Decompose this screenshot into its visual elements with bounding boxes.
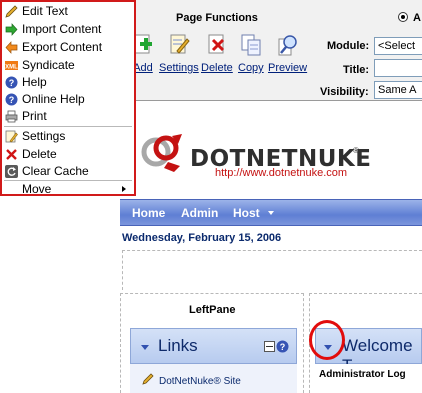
menu-item-label: Online Help	[22, 92, 85, 106]
logo-url-link[interactable]: http://www.dotnetnuke.com	[215, 167, 347, 179]
menu-item-export-content[interactable]: Export Content	[2, 39, 134, 56]
menu-item-print[interactable]: Print	[2, 108, 134, 125]
menu-item-delete[interactable]: Delete	[2, 146, 134, 163]
left-margin	[0, 196, 120, 393]
menu-item-settings[interactable]: Settings	[2, 128, 134, 145]
delete-button[interactable]: Delete	[201, 33, 233, 74]
settings-button[interactable]: Settings	[159, 33, 199, 74]
add-module-radio[interactable]	[398, 12, 408, 22]
add-module-radio-label: A	[413, 12, 421, 24]
title-input[interactable]	[374, 59, 422, 77]
menu-item-clear-cache[interactable]: Clear Cache	[2, 163, 134, 180]
print-icon	[5, 110, 18, 123]
edit-pencil-icon	[5, 5, 18, 18]
module-select[interactable]: <Select	[374, 37, 422, 55]
copy-icon	[241, 34, 261, 56]
menu-item-syndicate[interactable]: XML Syndicate	[2, 57, 134, 74]
current-date: Wednesday, February 15, 2006	[122, 232, 282, 244]
svg-text:XML: XML	[5, 65, 18, 71]
svg-text:?: ?	[9, 95, 15, 105]
copy-label: Copy	[238, 62, 264, 74]
menu-item-label: Delete	[22, 147, 57, 161]
visibility-label: Visibility:	[320, 86, 369, 98]
links-module-title: Links	[158, 336, 198, 355]
title-label: Title:	[343, 64, 370, 76]
top-pane-area	[122, 250, 422, 290]
delete-x-icon	[6, 149, 17, 160]
online-help-icon: ?	[5, 93, 18, 106]
svg-text:?: ?	[280, 342, 286, 352]
logo-registered-mark: ®	[353, 146, 359, 155]
links-module-body: DotNetNuke® Site	[130, 364, 297, 393]
settings-label: Settings	[159, 62, 199, 74]
module-action-menu: Edit Text Import Content Export Content …	[0, 0, 136, 196]
page-functions-title: Page Functions	[176, 12, 258, 24]
menu-separator	[4, 126, 132, 127]
menu-item-label: Settings	[22, 129, 66, 143]
menu-item-label: Move	[22, 182, 52, 196]
page: Page Functions Add Settings Delete Copy …	[0, 0, 422, 393]
settings-icon	[170, 34, 190, 54]
dotnetnuke-logo-icon	[141, 134, 182, 172]
submenu-arrow-icon	[122, 186, 126, 192]
menu-item-label: Help	[22, 75, 47, 89]
preview-label: Preview	[268, 62, 308, 74]
export-arrow-icon	[5, 41, 18, 54]
minimize-icon[interactable]	[264, 341, 275, 352]
links-item[interactable]: DotNetNuke® Site	[159, 376, 241, 387]
menu-item-label: Export Content	[22, 40, 103, 54]
preview-icon	[278, 35, 297, 56]
visibility-select[interactable]: Same A	[374, 81, 422, 99]
settings-icon	[5, 130, 18, 143]
preview-button[interactable]: Preview	[268, 33, 307, 74]
left-pane-label: LeftPane	[189, 304, 236, 316]
menu-item-label: Clear Cache	[22, 164, 89, 178]
nav-item-home[interactable]: Home	[132, 206, 165, 220]
main-menu: Home Admin Host	[120, 199, 422, 226]
delete-label: Delete	[201, 62, 233, 74]
module-label: Module:	[327, 40, 370, 52]
welcome-module-text: Administrator Log	[319, 369, 406, 380]
menu-item-label: Syndicate	[22, 58, 75, 72]
links-module-header: Links ?	[130, 328, 297, 364]
nav-item-admin[interactable]: Admin	[181, 206, 218, 220]
menu-item-edit-text[interactable]: Edit Text	[2, 3, 134, 20]
highlight-circle	[309, 320, 345, 360]
xml-icon: XML	[5, 61, 18, 71]
edit-pencil-icon[interactable]	[142, 373, 154, 385]
menu-item-move[interactable]: Move	[2, 181, 134, 198]
links-module-menu-icon[interactable]	[141, 345, 149, 350]
menu-item-label: Edit Text	[22, 4, 68, 18]
copy-button[interactable]: Copy	[238, 33, 264, 74]
nav-item-host[interactable]: Host	[233, 206, 260, 220]
menu-item-help[interactable]: ? Help	[2, 74, 134, 91]
svg-text:?: ?	[9, 78, 15, 88]
menu-item-label: Import Content	[22, 22, 102, 36]
delete-icon	[208, 34, 224, 54]
import-arrow-icon	[5, 23, 18, 36]
menu-item-import-content[interactable]: Import Content	[2, 21, 134, 38]
refresh-icon	[5, 165, 18, 178]
menu-item-online-help[interactable]: ? Online Help	[2, 91, 134, 108]
welcome-module-body: Administrator Log	[315, 364, 422, 393]
menu-item-label: Print	[22, 109, 47, 123]
nav-host-chevron-icon	[268, 211, 274, 215]
help-icon: ?	[5, 76, 18, 89]
module-help-icon[interactable]: ?	[276, 340, 289, 353]
